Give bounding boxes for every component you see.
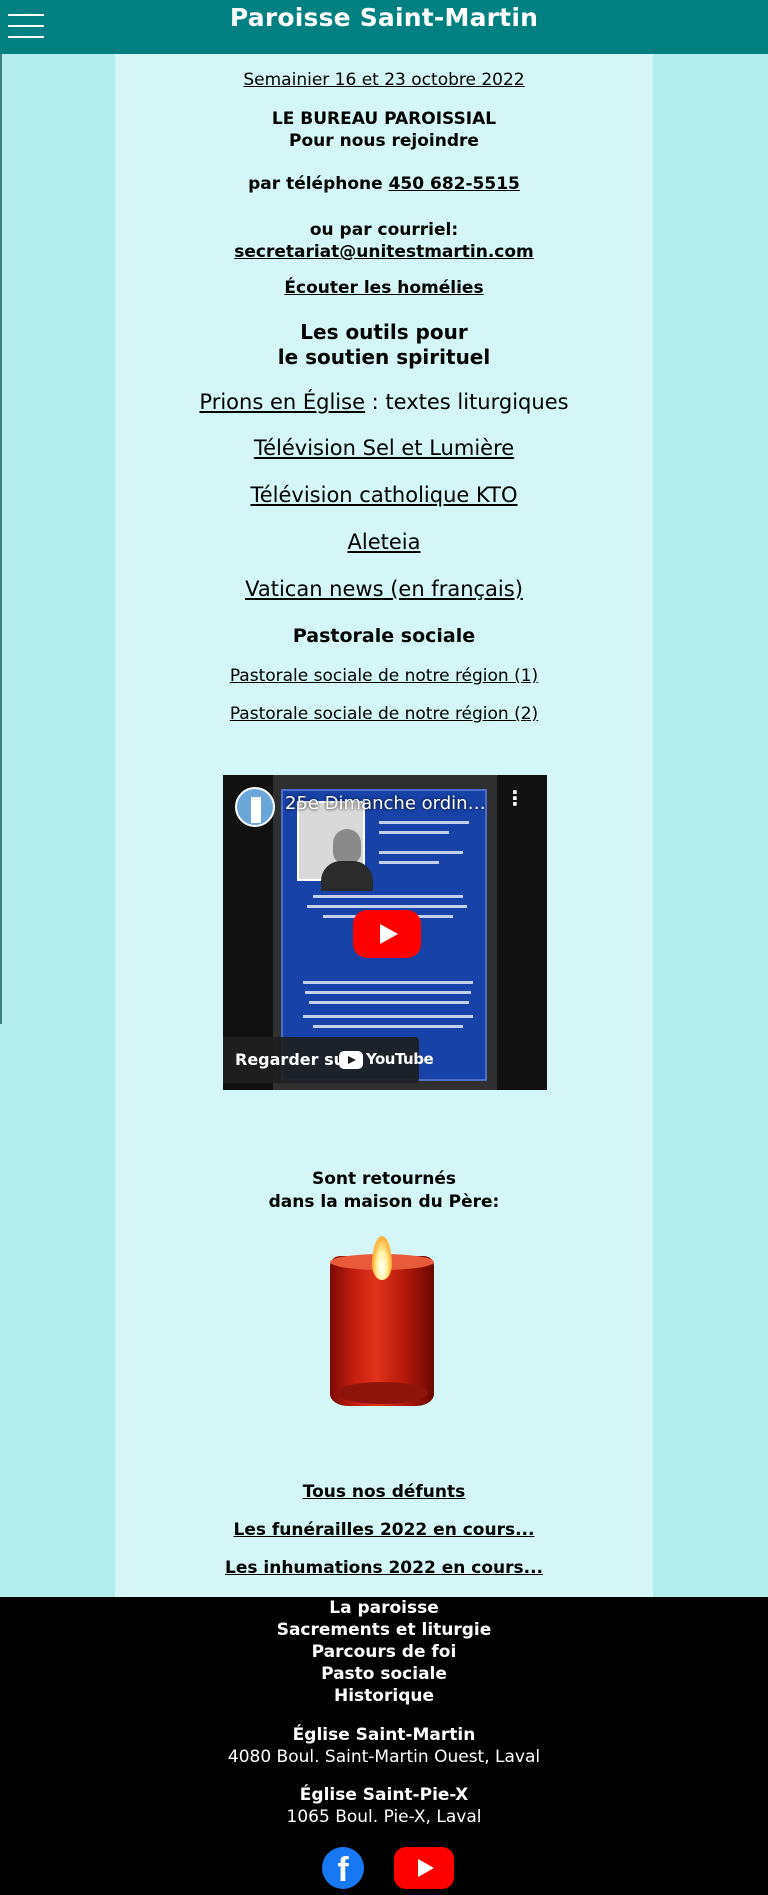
phone-link[interactable]: 450 682-5515 [389, 174, 520, 194]
candle-image [328, 1236, 438, 1406]
flame-icon [372, 1236, 392, 1280]
bureau-heading: LE BUREAU PAROISSIAL Pour nous rejoindre [115, 108, 653, 152]
youtube-wordmark: YouTube [366, 1050, 434, 1068]
returned-line2: dans la maison du Père: [268, 1192, 500, 1212]
sel-lumiere-link[interactable]: Télévision Sel et Lumière [254, 436, 514, 460]
aleteia-line: Aleteia [115, 530, 653, 554]
bulletin-link-wrap: Semainier 16 et 23 octobre 2022 [115, 70, 653, 90]
church-saint-pie-x: Église Saint-Pie-X 1065 Boul. Pie-X, Lav… [0, 1784, 768, 1828]
inhumations-wrap: Les inhumations 2022 en cours... [115, 1558, 653, 1578]
prions-suffix: : textes liturgiques [365, 390, 569, 414]
church1-name: Église Saint-Martin [292, 1725, 476, 1745]
mail-line: ou par courriel: secretariat@unitestmart… [115, 219, 653, 263]
church1-address: 4080 Boul. Saint-Martin Ouest, Laval [227, 1747, 541, 1767]
tools-heading-line2: le soutien spirituel [277, 345, 491, 369]
church2-name: Église Saint-Pie-X [299, 1785, 469, 1805]
church2-address: 1065 Boul. Pie-X, Laval [286, 1807, 482, 1827]
phone-line: par téléphone 450 682-5515 [115, 174, 653, 194]
pastorale-link-1[interactable]: Pastorale sociale de notre région (1) [230, 666, 538, 686]
prions-link[interactable]: Prions en Église [199, 390, 365, 414]
channel-avatar-icon[interactable] [235, 787, 275, 827]
bureau-line1: LE BUREAU PAROISSIAL [271, 109, 497, 129]
defunts-link[interactable]: Tous nos défunts [303, 1482, 466, 1502]
youtube-icon[interactable] [394, 1847, 454, 1889]
bureau-line2: Pour nous rejoindre [289, 131, 479, 151]
tools-heading: Les outils pour le soutien spirituel [115, 320, 653, 370]
facebook-icon[interactable]: f [322, 1847, 364, 1889]
pasto2-line: Pastorale sociale de notre région (2) [115, 704, 653, 724]
header-bar: Paroisse Saint-Martin [0, 0, 768, 54]
footer-link-sacrements[interactable]: Sacrements et liturgie [277, 1620, 492, 1640]
youtube-video-embed[interactable]: 25e Dimanche ordinair... ⋮ Regarder sur … [223, 775, 547, 1090]
footer: La paroisse Sacrements et liturgie Parco… [0, 1597, 768, 1895]
drawer-edge [0, 54, 2, 1024]
main-content: Semainier 16 et 23 octobre 2022 LE BUREA… [115, 54, 653, 1597]
pastorale-heading: Pastorale sociale [292, 625, 476, 647]
inhumations-link[interactable]: Les inhumations 2022 en cours... [225, 1558, 543, 1578]
prions-line: Prions en Église : textes liturgiques [115, 390, 653, 414]
footer-link-parcours[interactable]: Parcours de foi [312, 1642, 457, 1662]
aleteia-link[interactable]: Aleteia [348, 530, 421, 554]
watch-on-youtube-button[interactable]: Regarder sur YouTube [223, 1037, 434, 1083]
mail-prefix: ou par courriel: [309, 220, 459, 240]
video-title[interactable]: 25e Dimanche ordinair... [285, 793, 495, 814]
funerailles-wrap: Les funérailles 2022 en cours... [115, 1520, 653, 1540]
footer-link-historique[interactable]: Historique [334, 1686, 434, 1706]
site-title[interactable]: Paroisse Saint-Martin [0, 3, 768, 32]
bulletin-link[interactable]: Semainier 16 et 23 octobre 2022 [243, 70, 524, 90]
social-links: f [0, 1847, 768, 1891]
tools-heading-line1: Les outils pour [300, 320, 468, 344]
play-button-icon[interactable] [353, 910, 421, 958]
kto-line: Télévision catholique KTO [115, 483, 653, 507]
pasto1-line: Pastorale sociale de notre région (1) [115, 666, 653, 686]
returned-line1: Sont retournés [311, 1169, 457, 1189]
vatican-news-link[interactable]: Vatican news (en français) [245, 577, 523, 601]
video-more-icon[interactable]: ⋮ [505, 788, 525, 808]
email-link[interactable]: secretariat@unitestmartin.com [234, 242, 534, 262]
returned-heading: Sont retournés dans la maison du Père: [115, 1168, 653, 1214]
footer-link-paroisse[interactable]: La paroisse [329, 1598, 439, 1618]
pastorale-link-2[interactable]: Pastorale sociale de notre région (2) [230, 704, 538, 724]
church-saint-martin: Église Saint-Martin 4080 Boul. Saint-Mar… [0, 1724, 768, 1768]
defunts-wrap: Tous nos défunts [115, 1482, 653, 1502]
homelies-wrap: Écouter les homélies [115, 278, 653, 298]
sel-line: Télévision Sel et Lumière [115, 436, 653, 460]
funerailles-link[interactable]: Les funérailles 2022 en cours... [234, 1520, 535, 1540]
vatican-line: Vatican news (en français) [115, 577, 653, 601]
kto-link[interactable]: Télévision catholique KTO [250, 483, 517, 507]
watch-label: Regarder sur [235, 1050, 353, 1069]
homelies-link[interactable]: Écouter les homélies [284, 278, 483, 298]
phone-prefix: par téléphone [248, 174, 389, 194]
footer-link-pasto[interactable]: Pasto sociale [321, 1664, 447, 1684]
